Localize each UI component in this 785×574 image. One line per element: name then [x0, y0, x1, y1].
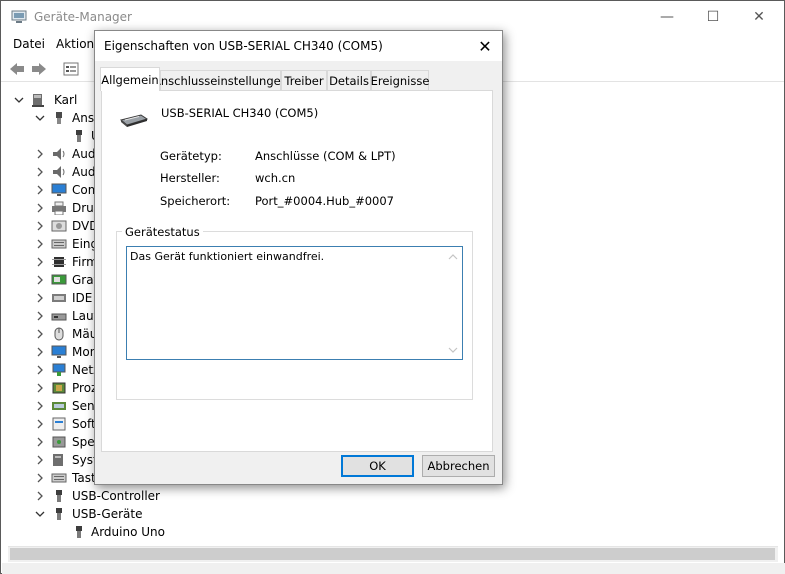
device-status-text: Das Gerät funktioniert einwandfrei.	[130, 250, 325, 263]
tree-item-label[interactable]: Arduino Uno	[91, 525, 165, 539]
drive-icon	[51, 313, 67, 321]
chevron-right-icon[interactable]	[35, 221, 45, 231]
speaker-icon	[53, 148, 65, 160]
chevron-right-icon[interactable]	[35, 167, 45, 177]
sensor-icon	[52, 402, 66, 410]
monitor-icon	[51, 345, 67, 358]
chevron-right-icon[interactable]	[35, 365, 45, 375]
dialog-title: Eigenschaften von USB-SERIAL CH340 (COM5…	[104, 39, 383, 53]
tab-details[interactable]: Details	[327, 70, 371, 90]
chevron-right-icon[interactable]	[35, 149, 45, 159]
chevron-right-icon[interactable]	[35, 185, 45, 195]
chevron-right-icon[interactable]	[35, 275, 45, 285]
keyboard-icon	[51, 239, 67, 249]
device-name: USB-SERIAL CH340 (COM5)	[161, 106, 319, 120]
chevron-right-icon[interactable]	[35, 329, 45, 339]
location-label: Speicherort:	[160, 194, 231, 208]
chevron-right-icon[interactable]	[35, 401, 45, 411]
device-type-label: Gerätetyp:	[160, 149, 222, 163]
chevron-right-icon[interactable]	[35, 257, 45, 267]
tree-item-label[interactable]: Karl	[54, 93, 77, 107]
chevron-down-icon[interactable]	[14, 95, 24, 105]
manufacturer-value: wch.cn	[255, 171, 296, 185]
dialog-title-bar: Eigenschaften von USB-SERIAL CH340 (COM5…	[95, 31, 502, 61]
properties-dialog: Eigenschaften von USB-SERIAL CH340 (COM5…	[94, 30, 503, 485]
chevron-right-icon[interactable]	[35, 239, 45, 249]
device-status-group-label: Gerätestatus	[122, 225, 203, 239]
speaker-icon	[53, 166, 65, 178]
chevron-right-icon[interactable]	[35, 203, 45, 213]
chevron-right-icon[interactable]	[35, 491, 45, 501]
chip-icon	[52, 257, 66, 267]
tree-item-label[interactable]: USB-Geräte	[72, 507, 142, 521]
menu-aktion[interactable]: Aktion	[56, 37, 94, 51]
ide-icon	[52, 294, 66, 302]
window-title: Geräte-Manager	[34, 10, 132, 24]
port-icon	[56, 112, 62, 124]
chevron-right-icon[interactable]	[35, 347, 45, 357]
software-icon	[52, 417, 66, 431]
location-value: Port_#0004.Hub_#0007	[255, 194, 394, 208]
network-icon	[52, 363, 66, 376]
usb-plug-icon	[76, 526, 82, 538]
maximize-button[interactable]: ☐	[690, 1, 736, 33]
chevron-right-icon[interactable]	[35, 437, 45, 447]
usb-plug-icon	[76, 130, 82, 142]
scroll-up-chevron-icon	[448, 254, 458, 260]
status-scrollbar[interactable]	[444, 247, 462, 359]
chevron-down-icon[interactable]	[35, 113, 45, 123]
printer-icon	[52, 201, 66, 215]
serial-port-device-icon	[119, 114, 149, 127]
minimize-button[interactable]: —	[644, 1, 690, 33]
close-button[interactable]: ✕	[736, 1, 782, 33]
keyboard-icon	[51, 473, 67, 483]
processor-icon	[52, 382, 66, 394]
scroll-down-chevron-icon	[448, 347, 458, 353]
monitor-icon	[51, 183, 67, 196]
menu-datei[interactable]: Datei	[13, 37, 45, 51]
chevron-right-icon[interactable]	[35, 383, 45, 393]
tab-ereignisse[interactable]: Ereignisse	[371, 70, 429, 90]
dialog-close-icon[interactable]: ✕	[470, 33, 500, 59]
status-bar	[2, 563, 785, 574]
computer-icon	[32, 94, 44, 107]
dvd-icon	[51, 220, 67, 232]
device-status-textbox[interactable]	[126, 246, 463, 360]
chevron-right-icon[interactable]	[35, 419, 45, 429]
manufacturer-label: Hersteller:	[160, 171, 220, 185]
tab-anschlusseinstellungen[interactable]: Anschlusseinstellungen	[153, 70, 288, 90]
usb-plug-icon	[56, 490, 62, 502]
device-manager-icon	[11, 10, 27, 23]
storage-icon	[52, 436, 66, 448]
system-icon	[53, 454, 63, 466]
chevron-right-icon[interactable]	[35, 311, 45, 321]
back-arrow-icon[interactable]	[8, 61, 26, 77]
chevron-right-icon[interactable]	[35, 455, 45, 465]
forward-arrow-icon[interactable]	[30, 61, 48, 77]
title-bar: Geräte-Manager — ☐ ✕	[1, 1, 784, 33]
display-adapter-icon	[51, 274, 67, 285]
horizontal-scrollbar-thumb[interactable]	[10, 548, 775, 560]
cancel-button[interactable]: Abbrechen	[422, 455, 495, 477]
device-type-value: Anschlüsse (COM & LPT)	[255, 149, 396, 163]
chevron-right-icon[interactable]	[35, 473, 45, 483]
chevron-down-icon[interactable]	[35, 509, 45, 519]
tree-item-label[interactable]: USB-Controller	[72, 489, 160, 503]
mouse-icon	[54, 327, 64, 341]
properties-view-icon[interactable]	[62, 61, 80, 77]
tab-allgemein[interactable]: Allgemein	[100, 67, 160, 91]
usb-plug-icon	[56, 508, 62, 520]
chevron-right-icon[interactable]	[35, 293, 45, 303]
tab-treiber[interactable]: Treiber	[281, 70, 327, 90]
ok-button[interactable]: OK	[341, 455, 414, 477]
